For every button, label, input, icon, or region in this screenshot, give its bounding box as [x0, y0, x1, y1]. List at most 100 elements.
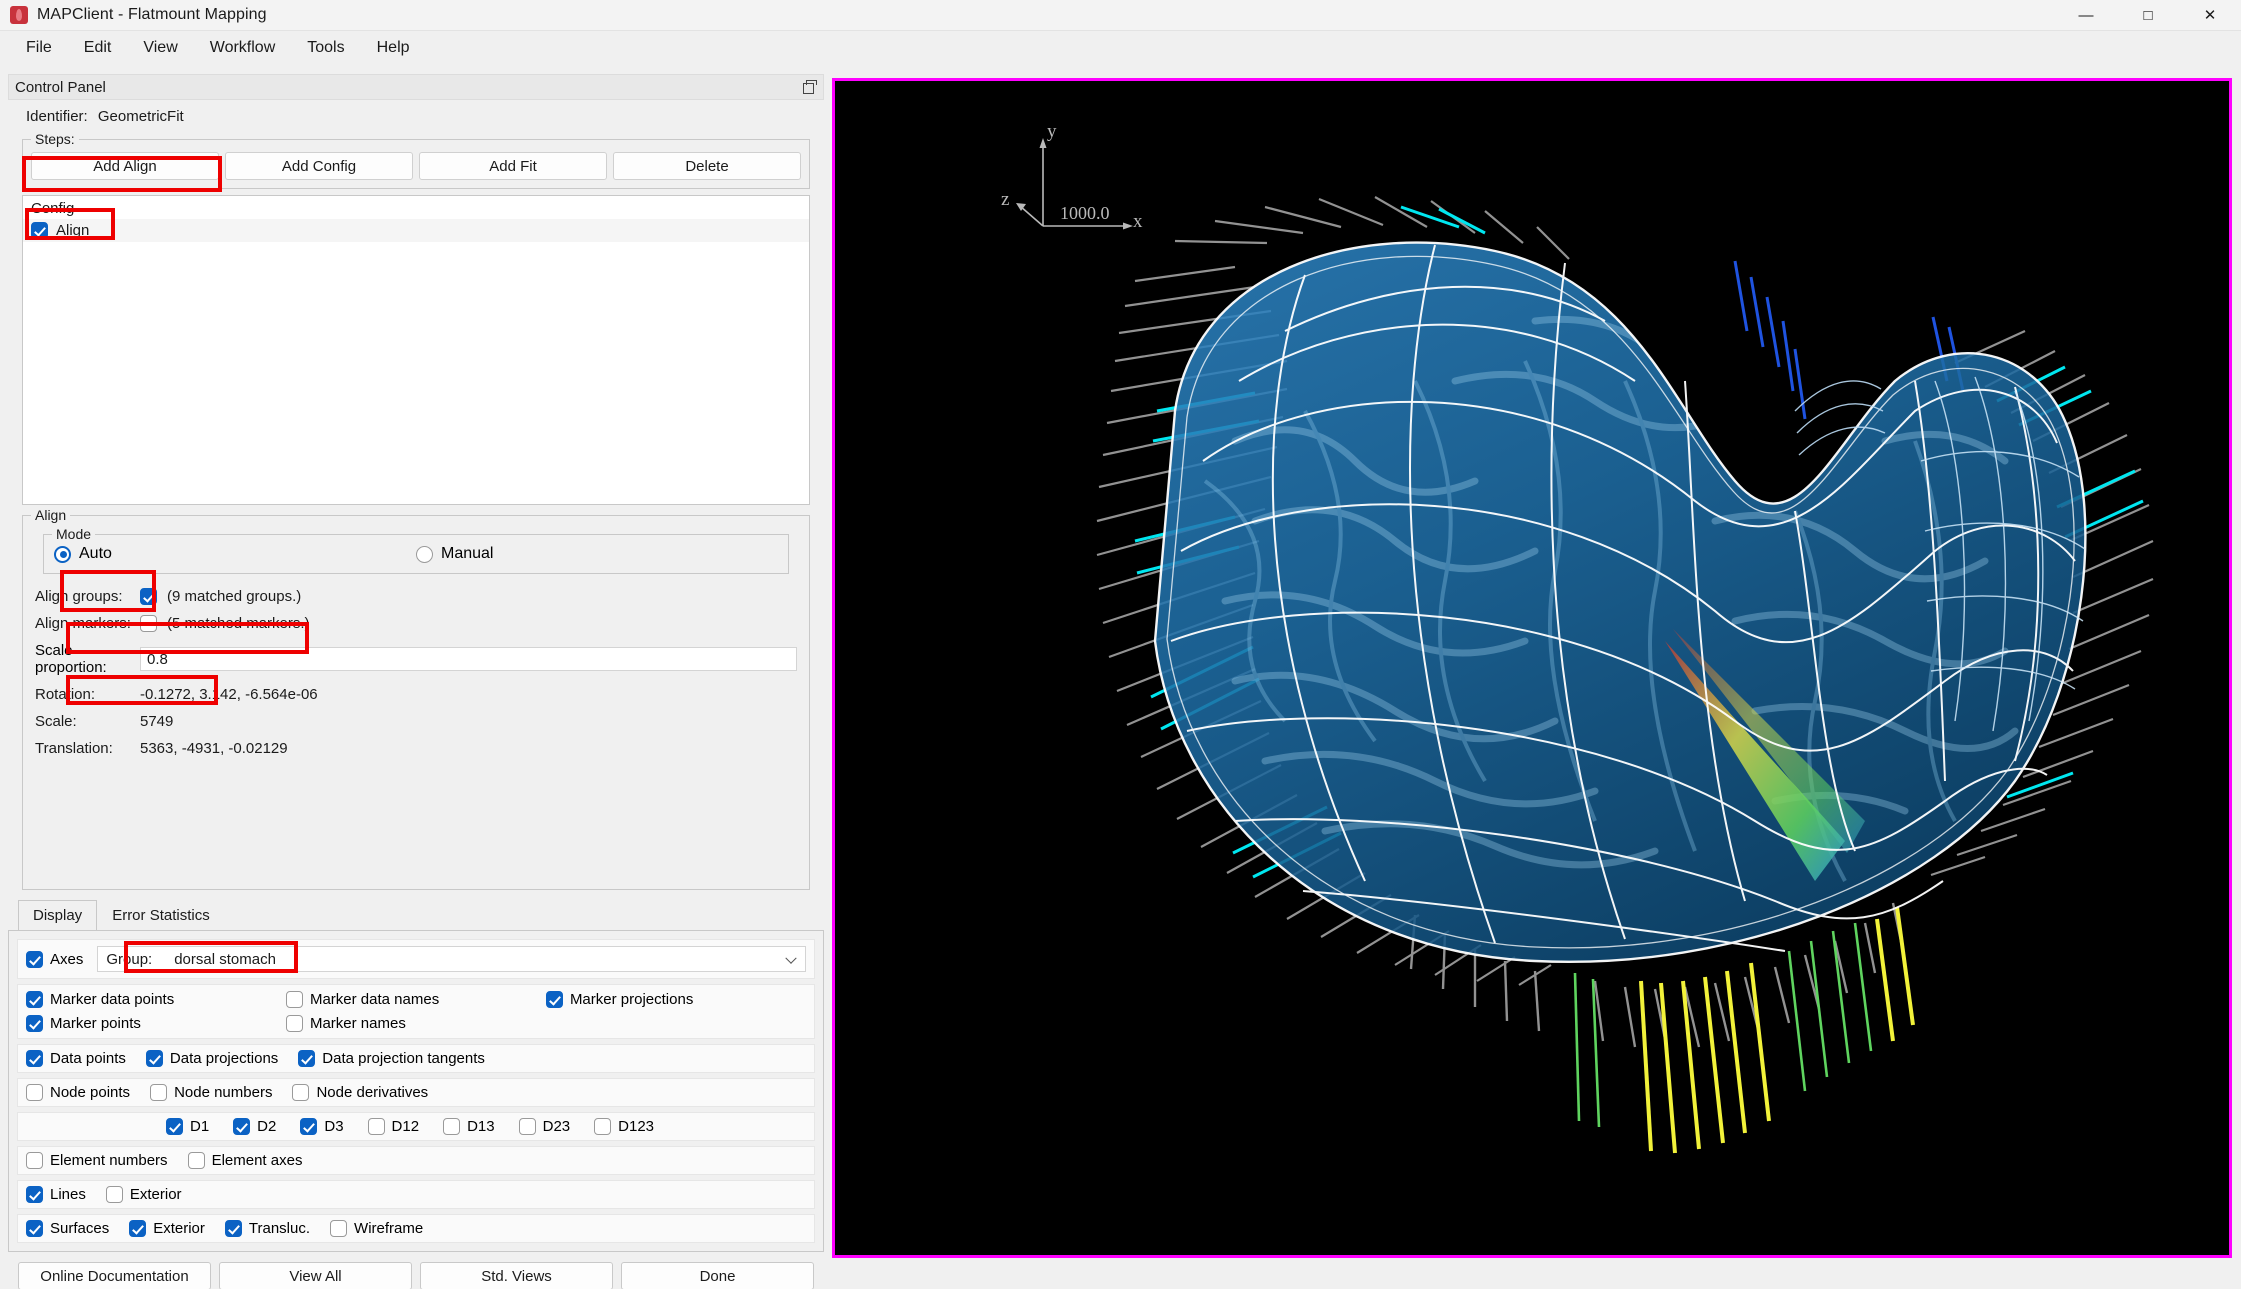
scale-label: Scale: [35, 713, 77, 730]
derivative-d23-label: D23 [542, 1118, 571, 1135]
derivative-d12-option[interactable]: D12 [367, 1118, 419, 1135]
data-projection-tangents-option[interactable]: Data projection tangents [298, 1050, 485, 1067]
done-button[interactable]: Done [621, 1262, 814, 1289]
menu-help[interactable]: Help [361, 35, 426, 61]
marker-points-checkbox[interactable] [26, 1015, 43, 1032]
add-fit-button[interactable]: Add Fit [419, 152, 607, 180]
derivative-d3-checkbox[interactable] [300, 1118, 318, 1135]
mapclient-logo-icon [10, 6, 28, 24]
3d-viewport[interactable]: y x z 1000.0 [832, 78, 2232, 1258]
add-config-button[interactable]: Add Config [225, 152, 413, 180]
derivative-d2-checkbox[interactable] [233, 1118, 251, 1135]
marker-projections-option[interactable]: Marker projections [545, 991, 806, 1008]
surfaces-wireframe-checkbox[interactable] [330, 1220, 348, 1237]
data-projections-option[interactable]: Data projections [145, 1050, 278, 1067]
derivative-d1-checkbox[interactable] [165, 1118, 183, 1135]
marker-data-points-option[interactable]: Marker data points [26, 991, 286, 1008]
marker-names-label: Marker names [309, 1015, 406, 1032]
mode-auto-option[interactable]: Auto [54, 545, 416, 563]
derivative-d2-option[interactable]: D2 [233, 1118, 276, 1135]
scale-proportion-input[interactable]: 0.8 [140, 647, 797, 671]
surfaces-wireframe-option[interactable]: Wireframe [330, 1220, 423, 1237]
stomach-flatmount-3d-model[interactable] [835, 81, 2229, 1255]
marker-data-names-option[interactable]: Marker data names [285, 991, 546, 1008]
node-numbers-label: Node numbers [174, 1084, 273, 1101]
surfaces-exterior-checkbox[interactable] [129, 1220, 147, 1237]
node-points-option[interactable]: Node points [26, 1084, 130, 1101]
scale-row: Scale: 5749 [35, 713, 797, 730]
data-points-checkbox[interactable] [26, 1050, 43, 1067]
derivative-d13-option[interactable]: D13 [443, 1118, 495, 1135]
align-groupbox: Align Mode Auto Manual Align groups: (9 … [22, 507, 810, 890]
element-numbers-option[interactable]: Element numbers [26, 1152, 168, 1169]
data-projections-checkbox[interactable] [145, 1050, 163, 1067]
group-select[interactable]: Group: dorsal stomach [97, 946, 806, 972]
derivative-d12-checkbox[interactable] [367, 1118, 385, 1135]
mode-manual-option[interactable]: Manual [416, 545, 778, 563]
node-points-checkbox[interactable] [26, 1084, 43, 1101]
derivative-d23-checkbox[interactable] [518, 1118, 536, 1135]
menu-edit[interactable]: Edit [68, 35, 128, 61]
mode-manual-radio[interactable] [416, 545, 433, 563]
add-align-button[interactable]: Add Align [31, 152, 219, 180]
align-markers-label: Align markers: [35, 615, 131, 632]
derivative-d13-checkbox[interactable] [443, 1118, 461, 1135]
align-groups-checkbox[interactable] [140, 588, 157, 605]
tab-error-statistics[interactable]: Error Statistics [97, 900, 225, 931]
std-views-button[interactable]: Std. Views [420, 1262, 613, 1289]
node-numbers-checkbox[interactable] [150, 1084, 168, 1101]
node-derivatives-checkbox[interactable] [292, 1084, 310, 1101]
lines-option[interactable]: Lines [26, 1186, 86, 1203]
minimize-button[interactable]: — [2055, 0, 2117, 31]
data-projection-tangents-checkbox[interactable] [298, 1050, 316, 1067]
menu-view[interactable]: View [127, 35, 193, 61]
surfaces-checkbox[interactable] [26, 1220, 43, 1237]
tab-display[interactable]: Display [18, 900, 98, 931]
element-numbers-checkbox[interactable] [26, 1152, 43, 1169]
footer-buttons-row: Online Documentation View All Std. Views… [18, 1262, 814, 1289]
view-all-button[interactable]: View All [219, 1262, 412, 1289]
node-derivatives-label: Node derivatives [316, 1084, 429, 1101]
menu-file[interactable]: File [10, 35, 68, 61]
node-derivatives-option[interactable]: Node derivatives [292, 1084, 428, 1101]
marker-data-names-checkbox[interactable] [285, 991, 303, 1008]
derivative-d23-option[interactable]: D23 [518, 1118, 571, 1135]
maximize-button[interactable]: □ [2117, 0, 2179, 31]
menu-workflow[interactable]: Workflow [194, 35, 292, 61]
identifier-label: Identifier: [26, 108, 88, 125]
marker-data-points-checkbox[interactable] [26, 991, 43, 1008]
derivative-d1-option[interactable]: D1 [165, 1118, 209, 1135]
align-markers-checkbox[interactable] [140, 615, 157, 632]
menu-tools[interactable]: Tools [291, 35, 360, 61]
chevron-down-icon[interactable] [785, 952, 797, 964]
surfaces-exterior-option[interactable]: Exterior [129, 1220, 205, 1237]
element-axes-checkbox[interactable] [187, 1152, 205, 1169]
steps-groupbox: Steps: Add Align Add Config Add Fit Dele… [22, 131, 810, 189]
surfaces-label: Surfaces [50, 1220, 110, 1237]
marker-names-option[interactable]: Marker names [285, 1015, 546, 1032]
element-axes-option[interactable]: Element axes [187, 1152, 302, 1169]
axes-checkbox[interactable] [26, 950, 43, 968]
surfaces-translucent-option[interactable]: Transluc. [224, 1220, 310, 1237]
marker-projections-checkbox[interactable] [545, 991, 563, 1008]
derivative-d13-label: D13 [467, 1118, 495, 1135]
delete-button[interactable]: Delete [613, 152, 801, 180]
undock-icon[interactable] [803, 80, 817, 94]
derivative-d3-option[interactable]: D3 [300, 1118, 344, 1135]
close-button[interactable]: ✕ [2179, 0, 2241, 31]
lines-exterior-option[interactable]: Exterior [105, 1186, 182, 1203]
config-align-checkbox[interactable] [31, 222, 48, 239]
derivative-d123-checkbox[interactable] [594, 1118, 612, 1135]
marker-names-checkbox[interactable] [285, 1015, 303, 1032]
surfaces-option[interactable]: Surfaces [26, 1220, 109, 1237]
online-documentation-button[interactable]: Online Documentation [18, 1262, 211, 1289]
data-points-option[interactable]: Data points [26, 1050, 126, 1067]
marker-points-option[interactable]: Marker points [26, 1015, 286, 1032]
surfaces-translucent-checkbox[interactable] [224, 1220, 242, 1237]
derivative-d123-option[interactable]: D123 [594, 1118, 654, 1135]
node-numbers-option[interactable]: Node numbers [150, 1084, 272, 1101]
mode-auto-radio[interactable] [54, 545, 71, 563]
lines-checkbox[interactable] [26, 1186, 43, 1203]
lines-exterior-checkbox[interactable] [105, 1186, 123, 1203]
config-item-align[interactable]: Align [23, 219, 809, 242]
